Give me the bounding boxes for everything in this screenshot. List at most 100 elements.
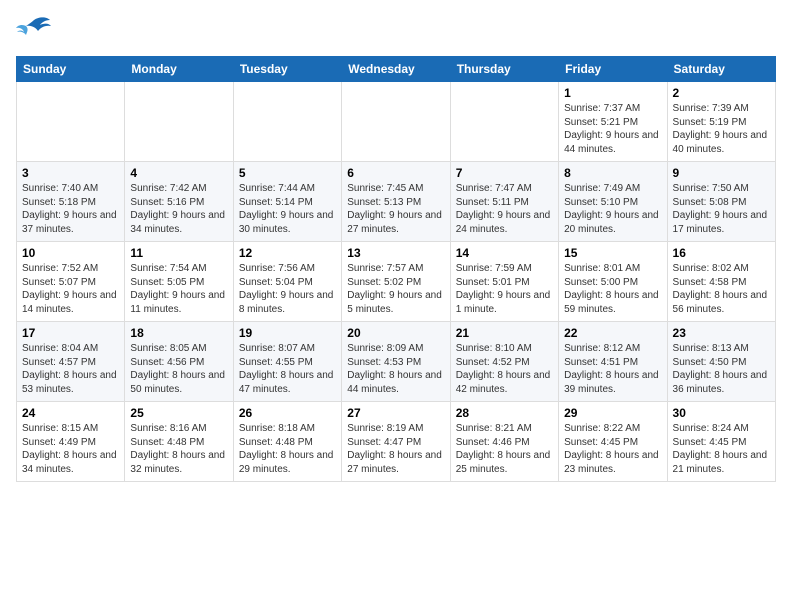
calendar-day-11: 11 Sunrise: 7:54 AM Sunset: 5:05 PM Dayli… xyxy=(125,242,233,322)
day-info: Sunrise: 8:07 AM Sunset: 4:55 PM Dayligh… xyxy=(239,342,336,396)
day-number: 18 xyxy=(130,326,227,340)
calendar-week-row: 1Sunrise: 7:37 AM Sunset: 5:21 PM Daylig… xyxy=(17,82,776,162)
calendar-week-row: 10 Sunrise: 7:52 AM Sunset: 5:07 PM Dayli… xyxy=(17,242,776,322)
day-info: Sunrise: 8:13 AM Sunset: 4:50 PM Dayligh… xyxy=(673,342,770,396)
calendar-day-8: 8 Sunrise: 7:49 AM Sunset: 5:10 PM Daylig… xyxy=(559,162,667,242)
day-number: 30 xyxy=(673,406,770,420)
day-number: 19 xyxy=(239,326,336,340)
day-info: Sunrise: 7:57 AM Sunset: 5:02 PM Dayligh… xyxy=(347,262,444,316)
calendar-day-3: 3 Sunrise: 7:40 AM Sunset: 5:18 PM Daylig… xyxy=(17,162,125,242)
logo xyxy=(16,16,56,46)
day-number: 1 xyxy=(564,86,661,100)
calendar-day-10: 10 Sunrise: 7:52 AM Sunset: 5:07 PM Dayli… xyxy=(17,242,125,322)
weekday-header-wednesday: Wednesday xyxy=(342,57,450,82)
day-info: Sunrise: 8:21 AM Sunset: 4:46 PM Dayligh… xyxy=(456,422,553,476)
day-number: 15 xyxy=(564,246,661,260)
logo-bird-icon xyxy=(16,16,52,46)
day-info: Sunrise: 8:10 AM Sunset: 4:52 PM Dayligh… xyxy=(456,342,553,396)
day-number: 20 xyxy=(347,326,444,340)
day-info: Sunrise: 7:40 AM Sunset: 5:18 PM Dayligh… xyxy=(22,182,119,236)
weekday-header-sunday: Sunday xyxy=(17,57,125,82)
calendar-day-26: 26 Sunrise: 8:18 AM Sunset: 4:48 PM Dayli… xyxy=(233,402,341,482)
calendar-week-row: 17 Sunrise: 8:04 AM Sunset: 4:57 PM Dayli… xyxy=(17,322,776,402)
calendar-day-19: 19 Sunrise: 8:07 AM Sunset: 4:55 PM Dayli… xyxy=(233,322,341,402)
day-info: Sunrise: 7:47 AM Sunset: 5:11 PM Dayligh… xyxy=(456,182,553,236)
day-number: 13 xyxy=(347,246,444,260)
day-number: 17 xyxy=(22,326,119,340)
day-number: 27 xyxy=(347,406,444,420)
day-info: Sunrise: 7:39 AM Sunset: 5:19 PM Dayligh… xyxy=(673,102,770,156)
day-info: Sunrise: 7:49 AM Sunset: 5:10 PM Dayligh… xyxy=(564,182,661,236)
day-number: 24 xyxy=(22,406,119,420)
day-info: Sunrise: 8:15 AM Sunset: 4:49 PM Dayligh… xyxy=(22,422,119,476)
day-number: 4 xyxy=(130,166,227,180)
day-number: 8 xyxy=(564,166,661,180)
calendar-day-18: 18Sunrise: 8:05 AM Sunset: 4:56 PM Dayli… xyxy=(125,322,233,402)
day-info: Sunrise: 8:12 AM Sunset: 4:51 PM Dayligh… xyxy=(564,342,661,396)
day-info: Sunrise: 7:42 AM Sunset: 5:16 PM Dayligh… xyxy=(130,182,227,236)
day-number: 28 xyxy=(456,406,553,420)
day-number: 10 xyxy=(22,246,119,260)
calendar-table: SundayMondayTuesdayWednesdayThursdayFrid… xyxy=(16,56,776,482)
calendar-day-2: 2 Sunrise: 7:39 AM Sunset: 5:19 PM Daylig… xyxy=(667,82,775,162)
weekday-header-friday: Friday xyxy=(559,57,667,82)
calendar-day-28: 28 Sunrise: 8:21 AM Sunset: 4:46 PM Dayli… xyxy=(450,402,558,482)
calendar-day-23: 23 Sunrise: 8:13 AM Sunset: 4:50 PM Dayli… xyxy=(667,322,775,402)
calendar-day-24: 24 Sunrise: 8:15 AM Sunset: 4:49 PM Dayli… xyxy=(17,402,125,482)
day-info: Sunrise: 7:54 AM Sunset: 5:05 PM Dayligh… xyxy=(130,262,227,316)
calendar-day-17: 17 Sunrise: 8:04 AM Sunset: 4:57 PM Dayli… xyxy=(17,322,125,402)
calendar-day-27: 27 Sunrise: 8:19 AM Sunset: 4:47 PM Dayli… xyxy=(342,402,450,482)
day-number: 7 xyxy=(456,166,553,180)
calendar-day-16: 16 Sunrise: 8:02 AM Sunset: 4:58 PM Dayli… xyxy=(667,242,775,322)
day-number: 3 xyxy=(22,166,119,180)
day-info: Sunrise: 7:59 AM Sunset: 5:01 PM Dayligh… xyxy=(456,262,553,316)
calendar-day-empty xyxy=(125,82,233,162)
weekday-header-tuesday: Tuesday xyxy=(233,57,341,82)
calendar-day-empty xyxy=(17,82,125,162)
calendar-day-22: 22Sunrise: 8:12 AM Sunset: 4:51 PM Dayli… xyxy=(559,322,667,402)
calendar-day-15: 15 Sunrise: 8:01 AM Sunset: 5:00 PM Dayli… xyxy=(559,242,667,322)
day-number: 29 xyxy=(564,406,661,420)
calendar-day-30: 30 Sunrise: 8:24 AM Sunset: 4:45 PM Dayli… xyxy=(667,402,775,482)
calendar-day-empty xyxy=(233,82,341,162)
calendar-day-25: 25Sunrise: 8:16 AM Sunset: 4:48 PM Dayli… xyxy=(125,402,233,482)
calendar-day-empty xyxy=(342,82,450,162)
calendar-day-13: 13 Sunrise: 7:57 AM Sunset: 5:02 PM Dayli… xyxy=(342,242,450,322)
day-number: 2 xyxy=(673,86,770,100)
day-number: 26 xyxy=(239,406,336,420)
day-info: Sunrise: 8:18 AM Sunset: 4:48 PM Dayligh… xyxy=(239,422,336,476)
calendar-day-6: 6 Sunrise: 7:45 AM Sunset: 5:13 PM Daylig… xyxy=(342,162,450,242)
calendar-week-row: 3 Sunrise: 7:40 AM Sunset: 5:18 PM Daylig… xyxy=(17,162,776,242)
calendar-week-row: 24 Sunrise: 8:15 AM Sunset: 4:49 PM Dayli… xyxy=(17,402,776,482)
day-info: Sunrise: 8:04 AM Sunset: 4:57 PM Dayligh… xyxy=(22,342,119,396)
calendar-day-21: 21 Sunrise: 8:10 AM Sunset: 4:52 PM Dayli… xyxy=(450,322,558,402)
day-number: 6 xyxy=(347,166,444,180)
day-number: 11 xyxy=(130,246,227,260)
day-info: Sunrise: 7:45 AM Sunset: 5:13 PM Dayligh… xyxy=(347,182,444,236)
day-info: Sunrise: 7:50 AM Sunset: 5:08 PM Dayligh… xyxy=(673,182,770,236)
calendar-day-29: 29 Sunrise: 8:22 AM Sunset: 4:45 PM Dayli… xyxy=(559,402,667,482)
day-number: 16 xyxy=(673,246,770,260)
day-info: Sunrise: 8:19 AM Sunset: 4:47 PM Dayligh… xyxy=(347,422,444,476)
day-info: Sunrise: 8:22 AM Sunset: 4:45 PM Dayligh… xyxy=(564,422,661,476)
day-info: Sunrise: 8:16 AM Sunset: 4:48 PM Dayligh… xyxy=(130,422,227,476)
calendar-day-7: 7 Sunrise: 7:47 AM Sunset: 5:11 PM Daylig… xyxy=(450,162,558,242)
weekday-header-saturday: Saturday xyxy=(667,57,775,82)
day-number: 12 xyxy=(239,246,336,260)
day-number: 5 xyxy=(239,166,336,180)
day-info: Sunrise: 8:01 AM Sunset: 5:00 PM Dayligh… xyxy=(564,262,661,316)
calendar-day-5: 5 Sunrise: 7:44 AM Sunset: 5:14 PM Daylig… xyxy=(233,162,341,242)
calendar-day-9: 9Sunrise: 7:50 AM Sunset: 5:08 PM Daylig… xyxy=(667,162,775,242)
day-info: Sunrise: 7:44 AM Sunset: 5:14 PM Dayligh… xyxy=(239,182,336,236)
weekday-header-monday: Monday xyxy=(125,57,233,82)
day-number: 21 xyxy=(456,326,553,340)
day-info: Sunrise: 8:09 AM Sunset: 4:53 PM Dayligh… xyxy=(347,342,444,396)
calendar-day-14: 14Sunrise: 7:59 AM Sunset: 5:01 PM Dayli… xyxy=(450,242,558,322)
day-info: Sunrise: 8:02 AM Sunset: 4:58 PM Dayligh… xyxy=(673,262,770,316)
day-info: Sunrise: 7:52 AM Sunset: 5:07 PM Dayligh… xyxy=(22,262,119,316)
calendar-day-1: 1Sunrise: 7:37 AM Sunset: 5:21 PM Daylig… xyxy=(559,82,667,162)
weekday-header-row: SundayMondayTuesdayWednesdayThursdayFrid… xyxy=(17,57,776,82)
day-number: 23 xyxy=(673,326,770,340)
calendar-day-empty xyxy=(450,82,558,162)
day-info: Sunrise: 8:24 AM Sunset: 4:45 PM Dayligh… xyxy=(673,422,770,476)
